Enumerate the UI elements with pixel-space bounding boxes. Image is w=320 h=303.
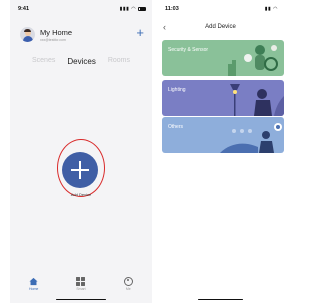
tabbar-me[interactable]: Me	[113, 276, 143, 291]
others-illustration-icon	[220, 123, 282, 153]
category-label: Lighting	[168, 87, 186, 93]
category-label: Others	[168, 124, 184, 130]
tabbar-home[interactable]: Home	[19, 277, 49, 291]
bottom-tab-bar: Home Smart Me	[10, 276, 152, 291]
wifi-icon: ◠	[131, 6, 137, 12]
category-label: Security & Sensor	[168, 47, 209, 53]
wifi-icon: ◠	[273, 6, 278, 12]
page-title: Add Device	[205, 24, 236, 30]
category-security-sensor[interactable]: Security & Sensor	[162, 40, 284, 76]
grid-icon	[76, 276, 86, 286]
tabbar-label-me: Me	[125, 287, 131, 291]
avatar[interactable]	[20, 27, 35, 42]
add-device-label: Add Device	[70, 192, 92, 197]
tab-devices[interactable]: Devices	[67, 57, 95, 66]
home-email: xxx@testfor.com	[40, 38, 66, 42]
status-icons: ▮▮▮ ◠	[120, 6, 146, 12]
tabbar-smart[interactable]: Smart	[66, 276, 96, 291]
battery-icon	[138, 6, 146, 11]
home-indicator	[198, 298, 243, 300]
tab-rooms[interactable]: Rooms	[108, 57, 130, 66]
add-button[interactable]: +	[136, 26, 144, 39]
category-lighting[interactable]: Lighting	[162, 80, 284, 116]
security-illustration-icon	[228, 45, 278, 76]
plus-icon: +	[136, 25, 144, 40]
tab-scenes[interactable]: Scenes	[32, 57, 55, 66]
add-device-screen: 11:03 ▮▮ ◠ ‹ Add Device Security & Senso…	[157, 0, 284, 303]
home-icon	[29, 277, 38, 285]
home-indicator	[56, 298, 106, 300]
profile-icon	[123, 276, 133, 286]
signal-icon: ▮▮	[264, 6, 272, 12]
home-name[interactable]: My Home	[40, 28, 72, 37]
status-time: 11:03	[165, 6, 179, 12]
status-icons: ▮▮ ◠	[265, 6, 278, 12]
tabbar-label-home: Home	[28, 287, 39, 291]
devices-screen: 9:41 ▮▮▮ ◠ My Home xxx@testfor.com + Sce…	[10, 0, 152, 303]
add-device-button[interactable]	[62, 152, 98, 188]
category-others[interactable]: Others	[162, 117, 284, 153]
lighting-illustration-icon	[230, 84, 284, 116]
tabbar-label-smart: Smart	[76, 287, 86, 291]
status-time: 9:41	[18, 6, 30, 12]
tab-bar: Scenes Devices Rooms	[10, 57, 152, 66]
signal-icon: ▮▮▮	[119, 6, 130, 12]
